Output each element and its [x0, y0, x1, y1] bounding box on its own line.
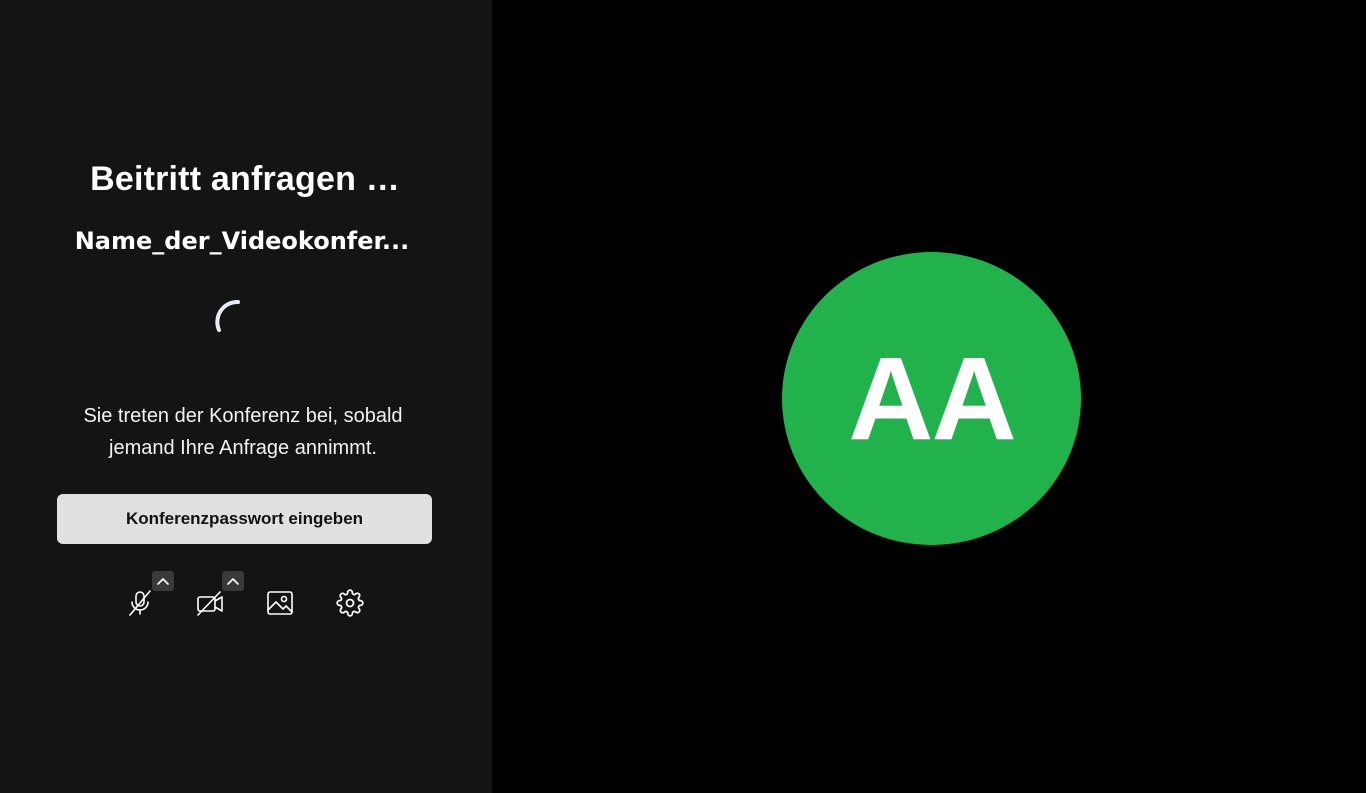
- page-title: Beitritt anfragen …: [90, 160, 400, 198]
- video-preview: AA: [492, 0, 1366, 793]
- enter-password-button[interactable]: Konferenzpasswort eingeben: [57, 494, 432, 544]
- video-off-icon: [197, 591, 223, 616]
- chevron-up-icon: [157, 578, 169, 585]
- waiting-message-line-1: Sie treten der Konferenz bei, sobald: [83, 405, 403, 427]
- loading-spinner-icon: [215, 299, 240, 332]
- camera-options-caret[interactable]: [222, 571, 244, 591]
- microphone-options-caret[interactable]: [152, 571, 174, 591]
- avatar: AA: [782, 252, 1081, 545]
- virtual-background-button[interactable]: [258, 581, 302, 625]
- prejoin-panel: Beitritt anfragen … Name_der_Videokonfer…: [0, 0, 492, 793]
- media-toolbar: [0, 570, 492, 630]
- image-icon: [267, 591, 293, 615]
- conference-name: Name_der_Videokonfer...: [74, 227, 410, 255]
- mic-off-icon: [129, 590, 151, 616]
- waiting-message-line-2: jemand Ihre Anfrage annimmt.: [109, 437, 377, 459]
- avatar-initials: AA: [848, 332, 1016, 465]
- prejoin-screen: Beitritt anfragen … Name_der_Videokonfer…: [0, 0, 1366, 793]
- settings-button[interactable]: [328, 581, 372, 625]
- gear-icon: [336, 589, 364, 617]
- chevron-up-icon: [227, 578, 239, 585]
- waiting-message: Sie treten der Konferenz bei, sobald jem…: [0, 400, 486, 464]
